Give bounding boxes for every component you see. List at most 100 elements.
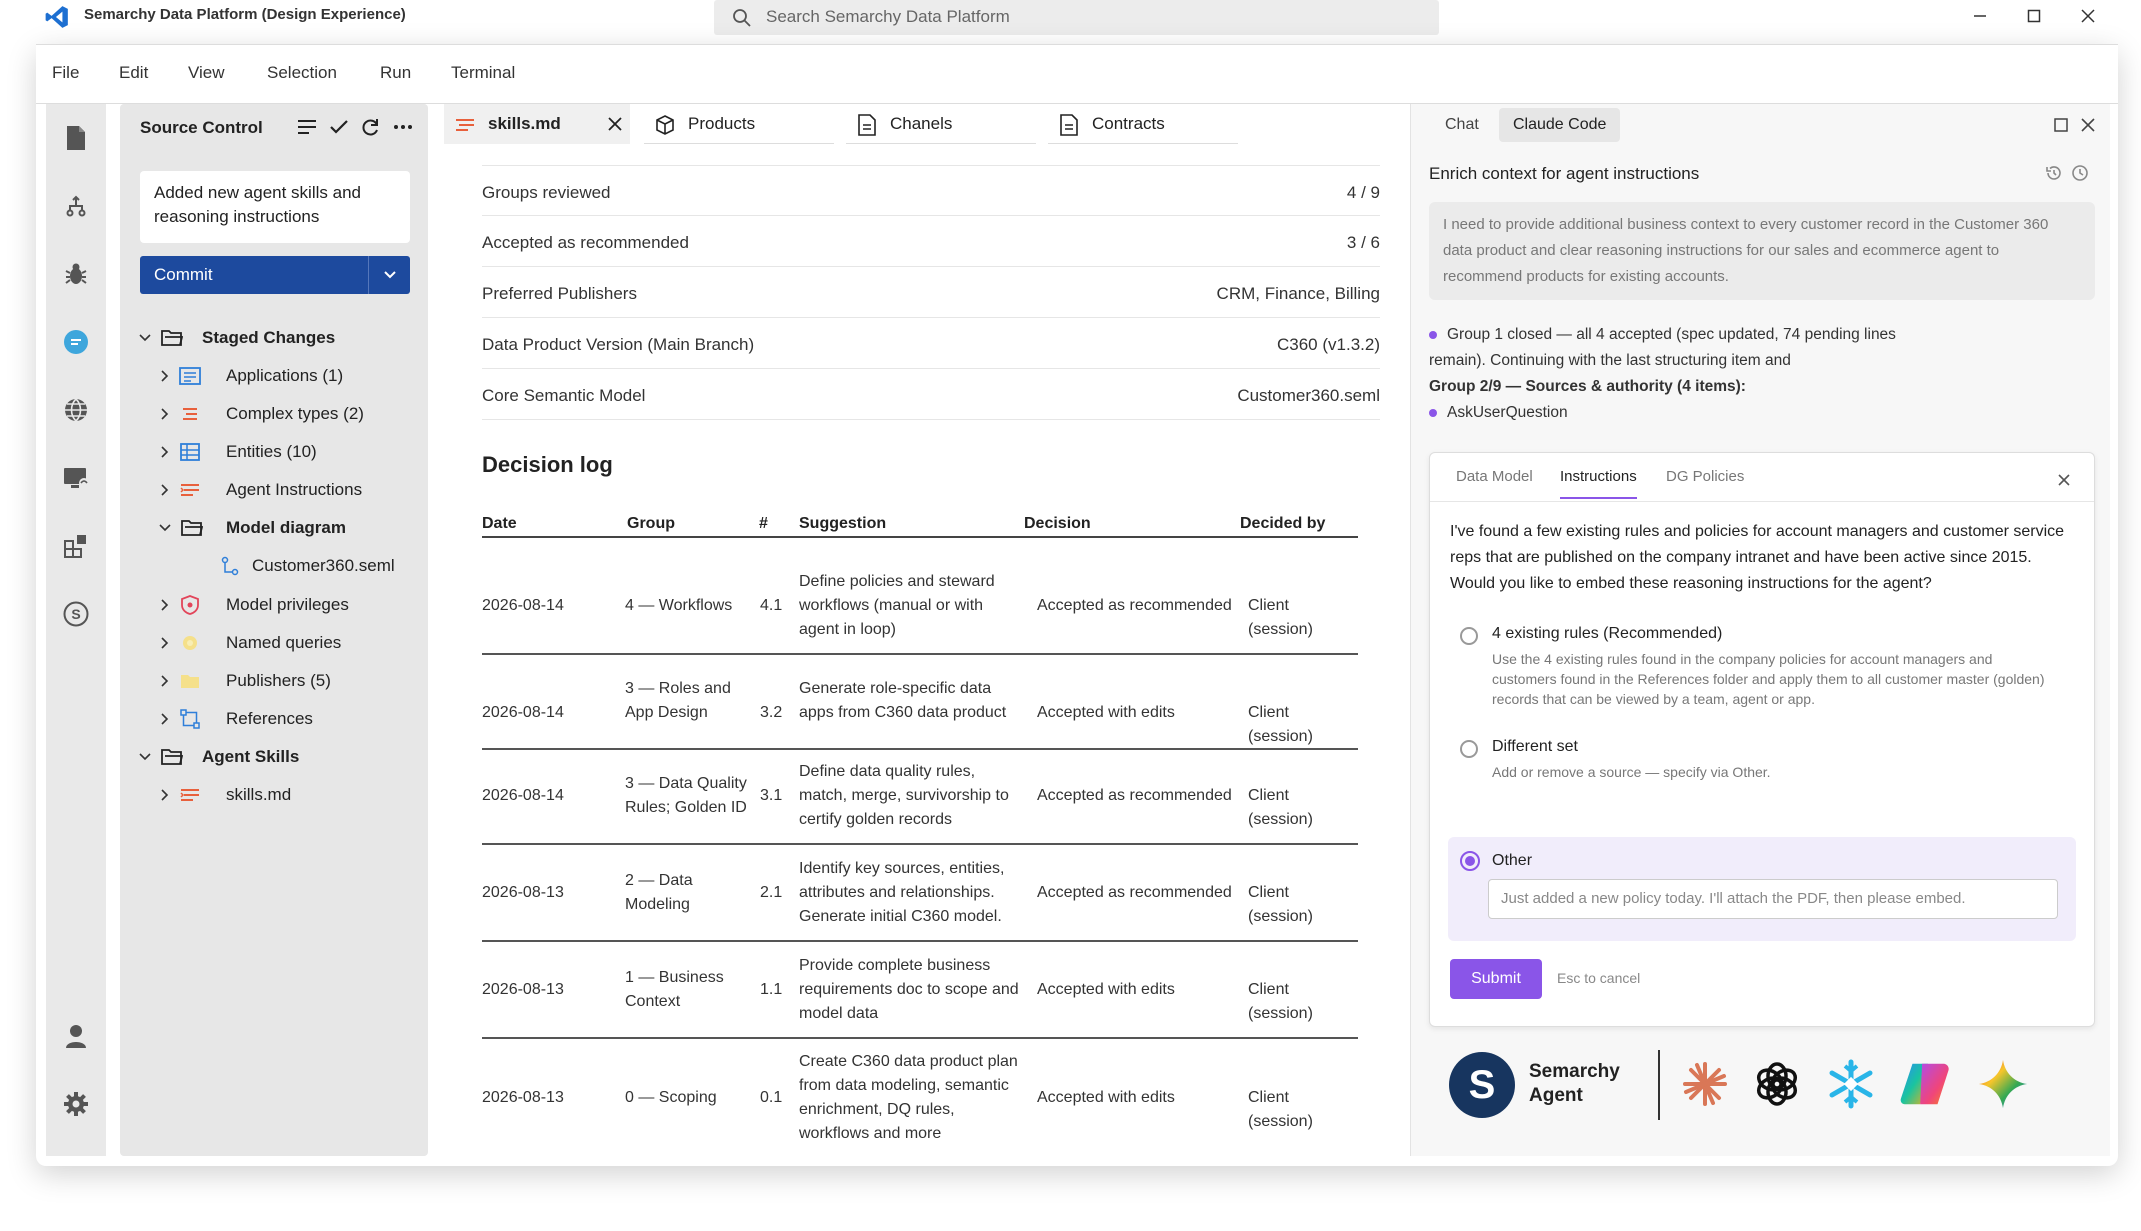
tree-item-named-queries[interactable]: Named queries [120, 625, 428, 661]
status-text: Group 1 closed — all 4 accepted (spec up… [1429, 326, 1896, 369]
tab-data-model[interactable]: Data Model [1456, 468, 1533, 485]
cell-decision: Accepted with edits [1037, 1089, 1175, 1106]
decision-log-header: Date Group # Suggestion Decision Decided… [482, 512, 1358, 538]
semarchy-icon[interactable]: S [60, 598, 92, 630]
minimize-icon[interactable] [1968, 4, 1992, 28]
tree-item-agent-instructions[interactable]: Agent Instructions [120, 472, 428, 508]
menu-view[interactable]: View [188, 63, 225, 83]
tab-instructions[interactable]: Instructions [1560, 468, 1637, 499]
source-control-title: Source Control [140, 118, 263, 137]
tree-item-references[interactable]: References [120, 701, 428, 737]
tab-products[interactable]: Products [644, 104, 834, 144]
summary-row: Groups reviewed 4 / 9 [482, 165, 1380, 216]
menu-edit[interactable]: Edit [119, 63, 148, 83]
close-tab-icon[interactable] [608, 116, 622, 136]
svg-text:S: S [71, 606, 80, 622]
chevron-right-icon [158, 483, 172, 497]
table-row: 2026-08-13 0 — Scoping 0.1 Create C360 d… [482, 1039, 1358, 1154]
tree-item-model-privileges[interactable]: Model privileges [120, 587, 428, 623]
question-text: I've found a few existing rules and poli… [1450, 523, 2065, 592]
chevron-right-icon [158, 369, 172, 383]
tree-label: Agent Instructions [226, 480, 363, 499]
shield-icon [178, 593, 202, 617]
source-control-icon[interactable] [60, 190, 92, 222]
clock-icon[interactable] [2071, 164, 2089, 187]
cell-num: 3.1 [760, 787, 783, 804]
tree-item-applications[interactable]: Applications (1) [120, 358, 428, 394]
cell-group: 0 — Scoping [625, 1089, 717, 1106]
submit-button[interactable]: Submit [1450, 959, 1542, 999]
radio-button[interactable] [1460, 627, 1478, 645]
tree-item-complex-types[interactable]: Complex types (2) [120, 396, 428, 432]
tab-chat[interactable]: Chat [1431, 108, 1493, 142]
bug-icon[interactable] [60, 258, 92, 290]
entity-table-icon [178, 440, 202, 464]
tab-claude-code[interactable]: Claude Code [1499, 108, 1621, 142]
tree-label: Applications (1) [226, 366, 344, 385]
tab-dg-policies[interactable]: DG Policies [1666, 468, 1744, 485]
option-existing-rules[interactable]: 4 existing rules (Recommended) Use the 4… [1448, 625, 2078, 707]
chevron-right-icon [158, 407, 172, 421]
settings-icon[interactable] [60, 1088, 92, 1120]
list-view-icon[interactable] [296, 116, 318, 138]
maximize-panel-icon[interactable] [2054, 118, 2068, 137]
close-question-icon[interactable] [2058, 473, 2070, 491]
globe-icon[interactable] [60, 394, 92, 426]
tree-item-entities[interactable]: Entities (10) [120, 434, 428, 470]
status-dot [1429, 408, 1437, 417]
cell-suggestion: Generate role-specific data apps from C3… [799, 680, 1007, 721]
tree-label: skills.md [226, 785, 292, 804]
other-text-input[interactable]: Just added a new policy today. I'll atta… [1488, 879, 2058, 919]
extensions-icon[interactable] [60, 530, 92, 562]
checkmark-icon[interactable] [328, 116, 350, 138]
more-options-icon[interactable] [392, 116, 414, 138]
tree-item-publishers[interactable]: Publishers (5) [120, 663, 428, 699]
summary-row: Accepted as recommended 3 / 6 [482, 216, 1380, 267]
column-header: Group [627, 515, 675, 532]
tab-chanels[interactable]: Chanels [846, 104, 1036, 144]
search-bar[interactable]: Search Semarchy Data Platform [714, 0, 1439, 35]
menu-terminal[interactable]: Terminal [451, 63, 515, 83]
activity-bar: S [46, 104, 106, 1156]
cell-date: 2026-08-14 [482, 704, 564, 721]
tree-group-model-diagram[interactable]: Model diagram [120, 510, 428, 546]
tab-skills-md[interactable]: skills.md [444, 104, 630, 144]
cell-suggestion: Create C360 data product plan from data … [799, 1053, 1018, 1142]
summary-value: C360 (v1.3.2) [1277, 335, 1380, 354]
chevron-right-icon [158, 674, 172, 688]
menu-file[interactable]: File [52, 63, 79, 83]
file-icon[interactable] [60, 122, 92, 154]
option-different-set[interactable]: Different set Add or remove a source — s… [1448, 738, 2078, 788]
tree-item-customer360-seml[interactable]: Customer360.seml [120, 548, 428, 584]
column-header: Date [482, 515, 517, 532]
maximize-icon[interactable] [2022, 4, 2046, 28]
account-icon[interactable] [60, 1020, 92, 1052]
radio-button[interactable] [1460, 740, 1478, 758]
tab-contracts[interactable]: Contracts [1048, 104, 1238, 144]
tree-group-agent-skills[interactable]: Agent Skills [120, 739, 428, 775]
history-icon[interactable] [2045, 164, 2063, 187]
table-row: 2026-08-13 2 — Data Modeling 2.1 Identif… [482, 845, 1358, 942]
close-window-icon[interactable] [2076, 4, 2100, 28]
chat-icon[interactable] [60, 326, 92, 358]
commit-button[interactable]: Commit [140, 256, 410, 294]
menu-run[interactable]: Run [380, 63, 411, 83]
chevron-down-icon[interactable] [368, 256, 410, 294]
radio-button-selected[interactable] [1460, 851, 1480, 871]
commit-message-input[interactable]: Added new agent skills and reasoning ins… [140, 171, 410, 243]
tree-item-skills-md[interactable]: skills.md [120, 777, 428, 813]
tree-label: Publishers (5) [226, 671, 331, 690]
menu-bar: File Edit View Selection Run Terminal [36, 44, 2118, 104]
tool-name: AskUserQuestion [1447, 404, 1568, 421]
cell-date: 2026-08-14 [482, 787, 564, 804]
close-panel-icon[interactable] [2081, 118, 2095, 137]
tree-label: Agent Skills [202, 747, 300, 766]
refresh-icon[interactable] [360, 116, 382, 138]
chevron-right-icon [158, 636, 172, 650]
remote-icon[interactable] [60, 462, 92, 494]
option-other[interactable]: Other Just added a new policy today. I'l… [1448, 837, 2076, 941]
menu-selection[interactable]: Selection [267, 63, 337, 83]
tree-group-staged-changes[interactable]: Staged Changes [120, 320, 428, 356]
option-label: Different set [1492, 738, 1578, 755]
chevron-right-icon [158, 712, 172, 726]
